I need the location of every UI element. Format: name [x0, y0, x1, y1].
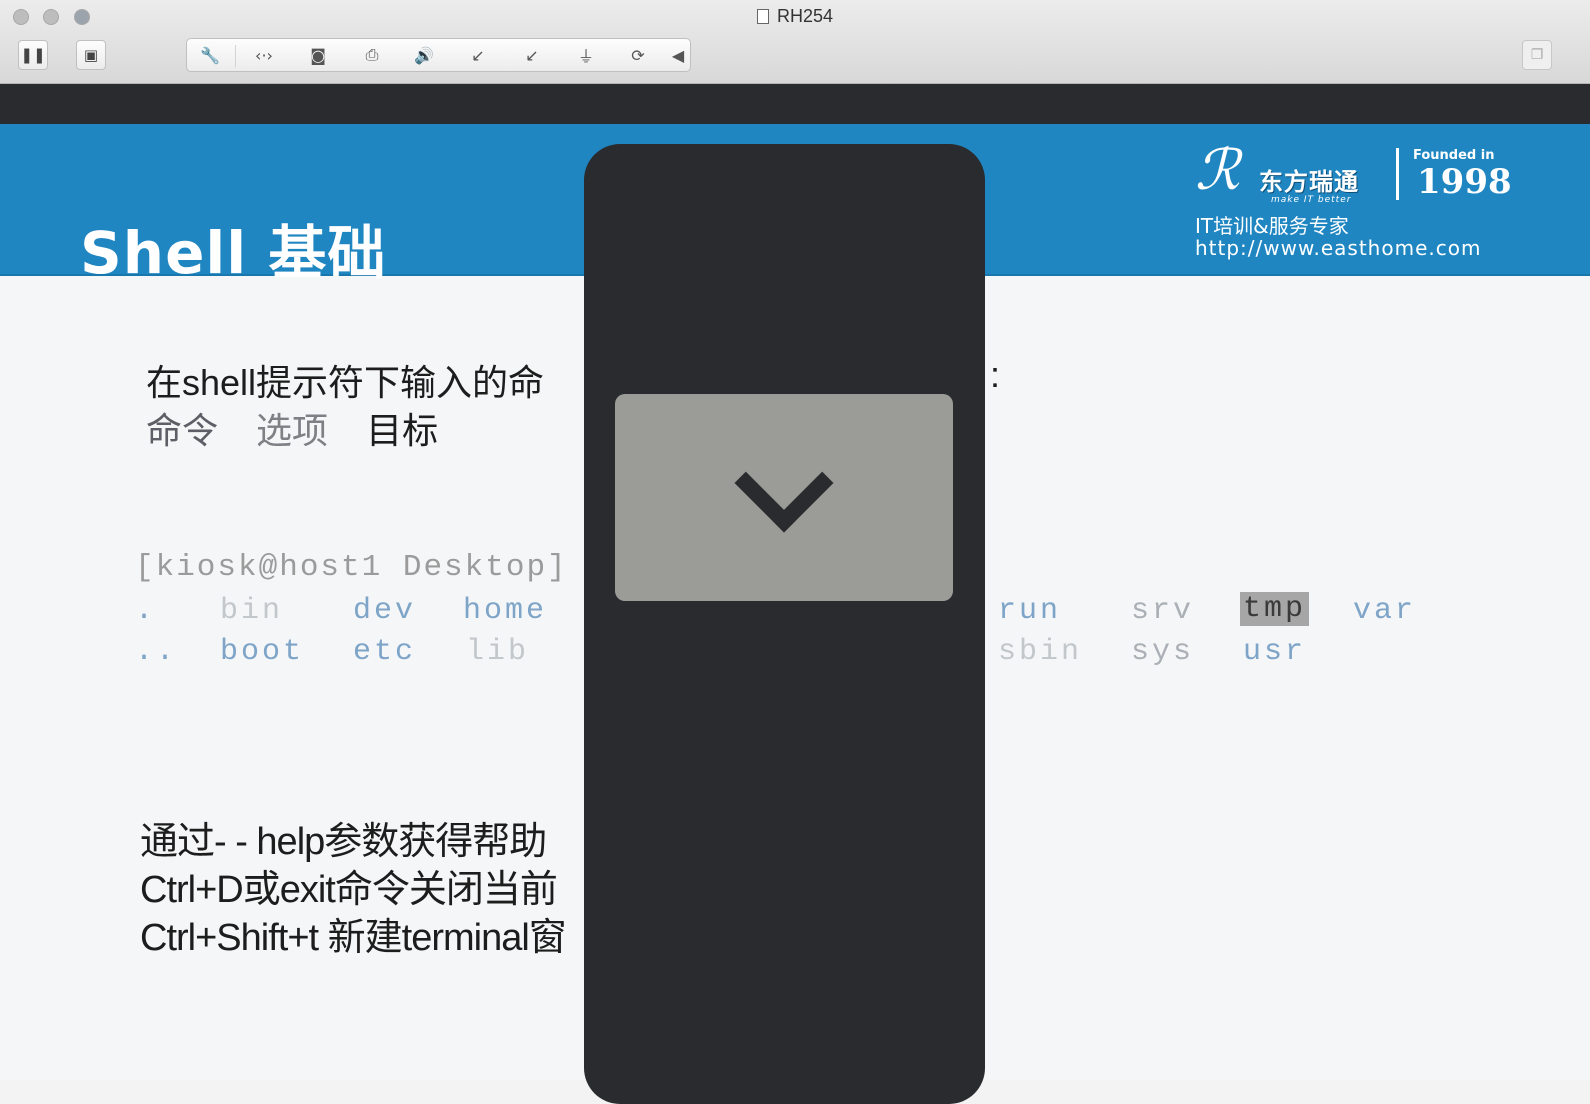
sync-icon[interactable]: ⟳	[623, 43, 653, 67]
window-title: RH254	[0, 6, 1590, 27]
command-intro-colon: :	[990, 354, 1001, 395]
printer-icon[interactable]: ⎙	[357, 43, 387, 67]
terminal-prompt: [kiosk@host1 Desktop]	[135, 550, 568, 585]
logo-company-name: 东方瑞通	[1259, 168, 1359, 196]
ls-entry: usr	[1243, 635, 1307, 669]
ls-entry: var	[1353, 594, 1417, 628]
ls-entry-selected: tmp	[1240, 592, 1310, 626]
logo-founded: Founded in	[1413, 148, 1495, 163]
ls-entry: sys	[1131, 635, 1195, 669]
new-terminal-tip: Ctrl+Shift+t 新建terminal窗	[140, 917, 567, 959]
snapshot-button[interactable]: ▣	[76, 40, 106, 70]
logo-tagline: IT培训&服务专家	[1195, 214, 1349, 238]
pause-icon: ❚❚	[20, 46, 46, 64]
ls-entry: ..	[135, 635, 178, 669]
vm-document-icon	[756, 9, 769, 24]
logo-divider	[1396, 148, 1399, 200]
guest-top-bar	[0, 84, 1590, 124]
logo-url: http://www.easthome.com	[1195, 236, 1482, 260]
snapshot-icon: ▣	[83, 46, 99, 64]
ls-entry: lib	[466, 635, 530, 669]
pause-button[interactable]: ❚❚	[18, 40, 48, 70]
collapse-left-icon[interactable]: ◀	[663, 43, 693, 67]
ls-entry: srv	[1131, 594, 1195, 628]
wrench-icon[interactable]: 🔧	[195, 43, 225, 67]
usb-icon[interactable]: ↙	[463, 43, 493, 67]
disk-icon[interactable]: ◙	[303, 43, 333, 67]
device-toolbar: 🔧 ‹·› ◙ ⎙ 🔊 ↙ ↙ ⏚ ⟳ ◀	[186, 38, 691, 72]
window-mode-button[interactable]: ❐	[1522, 40, 1552, 70]
slide-title: Shell 基础	[80, 219, 387, 287]
chevron-down-icon	[734, 433, 834, 532]
ls-entry: .	[135, 594, 157, 628]
usb-icon[interactable]: ⏚	[571, 43, 601, 67]
usb-icon[interactable]: ↙	[517, 43, 547, 67]
command-parts: 命令 选项 目标	[146, 402, 466, 454]
ls-entry: sbin	[998, 635, 1083, 669]
ls-entry: dev	[353, 594, 417, 628]
ls-entry: boot	[220, 635, 305, 669]
ls-entry: home	[463, 594, 548, 628]
help-tip: 通过- - help参数获得帮助	[140, 821, 547, 863]
window-titlebar: RH254 ❚❚ ▣ 🔧 ‹·› ◙ ⎙ 🔊 ↙ ↙ ⏚ ⟳ ◀ ❐	[0, 0, 1590, 84]
ls-entry: etc	[353, 635, 417, 669]
logo-slogan: make IT better	[1271, 195, 1352, 205]
part-option: 选项	[256, 410, 329, 451]
toolbar-divider	[235, 45, 236, 67]
exit-tip: Ctrl+D或exit命令关闭当前	[140, 869, 558, 911]
ls-entry: bin	[220, 594, 284, 628]
part-command: 命令	[146, 410, 219, 451]
speaker-icon[interactable]: 🔊	[409, 43, 439, 67]
part-target: 目标	[366, 410, 439, 451]
floating-overlay-panel	[584, 144, 985, 1104]
network-icon[interactable]: ‹·›	[249, 43, 279, 67]
ls-entry: run	[998, 594, 1062, 628]
command-intro-text: 在shell提示符下输入的命	[146, 362, 545, 403]
window-icon: ❐	[1530, 47, 1544, 63]
logo-mark-icon: ℛ	[1195, 138, 1240, 203]
expand-down-button[interactable]	[615, 394, 953, 601]
logo-year: 1998	[1417, 162, 1512, 202]
company-logo: ℛ 东方瑞通 make IT better Founded in 1998 IT…	[1195, 138, 1525, 268]
